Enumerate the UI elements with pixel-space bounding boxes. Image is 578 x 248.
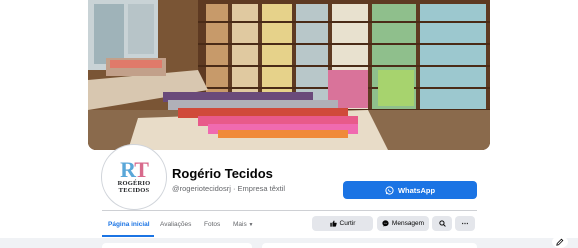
- tab-photos[interactable]: Fotos: [204, 221, 220, 228]
- avatar-line-1: ROGÉRIO: [117, 180, 151, 187]
- intro-card: [102, 243, 252, 248]
- active-tab-indicator: [102, 235, 154, 237]
- tab-more[interactable]: Mais ▼: [233, 221, 254, 228]
- edit-icon: [556, 238, 564, 246]
- avatar-line-2: TECIDOS: [118, 187, 150, 194]
- page-title[interactable]: Rogério Tecidos: [172, 166, 273, 181]
- header-divider: [102, 210, 477, 211]
- posts-card: [262, 243, 477, 248]
- message-button[interactable]: Mensagem: [377, 216, 429, 231]
- messenger-icon: [382, 220, 389, 227]
- search-icon: [438, 220, 446, 227]
- tab-more-label: Mais: [233, 221, 247, 228]
- like-button[interactable]: Curtir: [312, 216, 373, 231]
- profile-avatar[interactable]: RT ROGÉRIO TECIDOS: [102, 145, 166, 209]
- page-handle-category: @rogeriotecidosrj · Empresa têxtil: [172, 184, 286, 193]
- more-options-button[interactable]: ⋯: [455, 216, 475, 231]
- message-button-label: Mensagem: [391, 220, 425, 227]
- tab-reviews[interactable]: Avaliações: [160, 221, 191, 228]
- cover-image: [88, 0, 490, 150]
- compose-button[interactable]: [552, 236, 568, 248]
- whatsapp-button[interactable]: WhatsApp: [343, 181, 477, 199]
- whatsapp-button-label: WhatsApp: [397, 185, 436, 195]
- avatar-monogram: RT: [120, 157, 149, 182]
- tab-home[interactable]: Página inicial: [108, 221, 150, 228]
- like-button-label: Curtir: [339, 220, 356, 227]
- whatsapp-icon: [385, 185, 394, 195]
- cover-photo[interactable]: [88, 0, 490, 150]
- thumbs-up-icon: [329, 220, 337, 227]
- chevron-down-icon: ▼: [248, 222, 254, 228]
- search-button[interactable]: [432, 216, 452, 231]
- ellipsis-icon: ⋯: [461, 220, 469, 228]
